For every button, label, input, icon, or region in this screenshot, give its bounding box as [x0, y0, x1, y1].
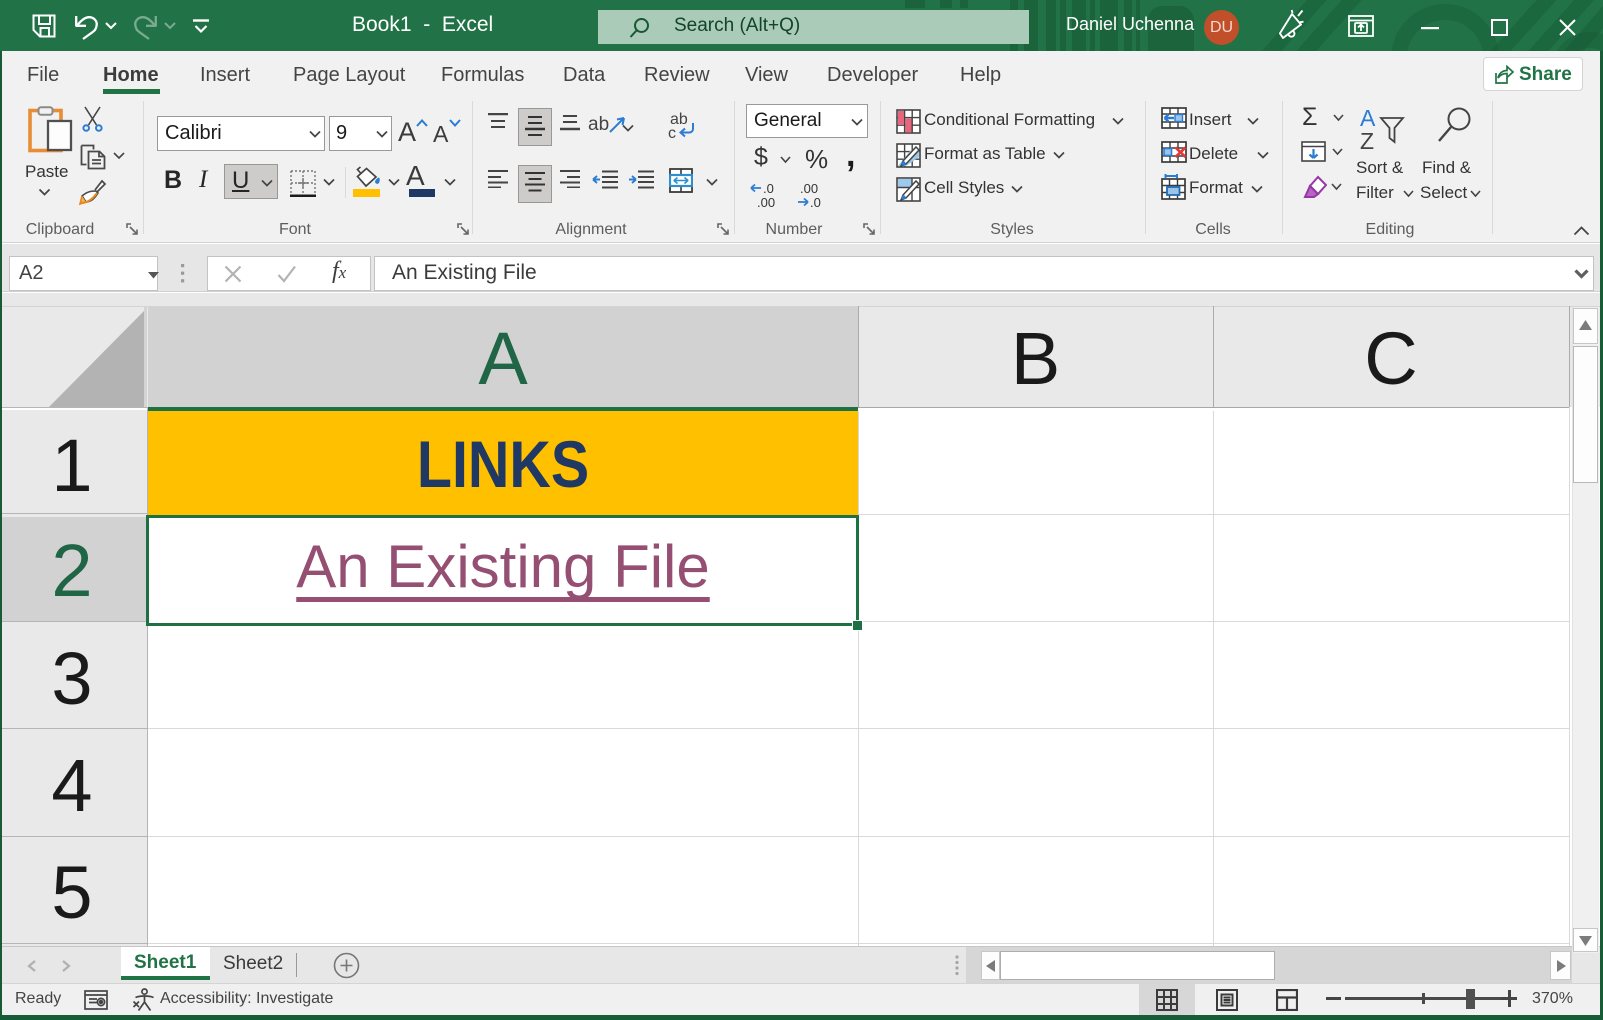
svg-text:.0: .0 [810, 195, 821, 208]
svg-text:ab: ab [588, 114, 609, 135]
svg-text:Z: Z [1360, 128, 1374, 151]
svg-text:.00: .00 [757, 195, 775, 208]
svg-text:c: c [668, 125, 676, 140]
svg-text:.00: .00 [800, 182, 818, 196]
svg-text:.0: .0 [763, 182, 774, 196]
